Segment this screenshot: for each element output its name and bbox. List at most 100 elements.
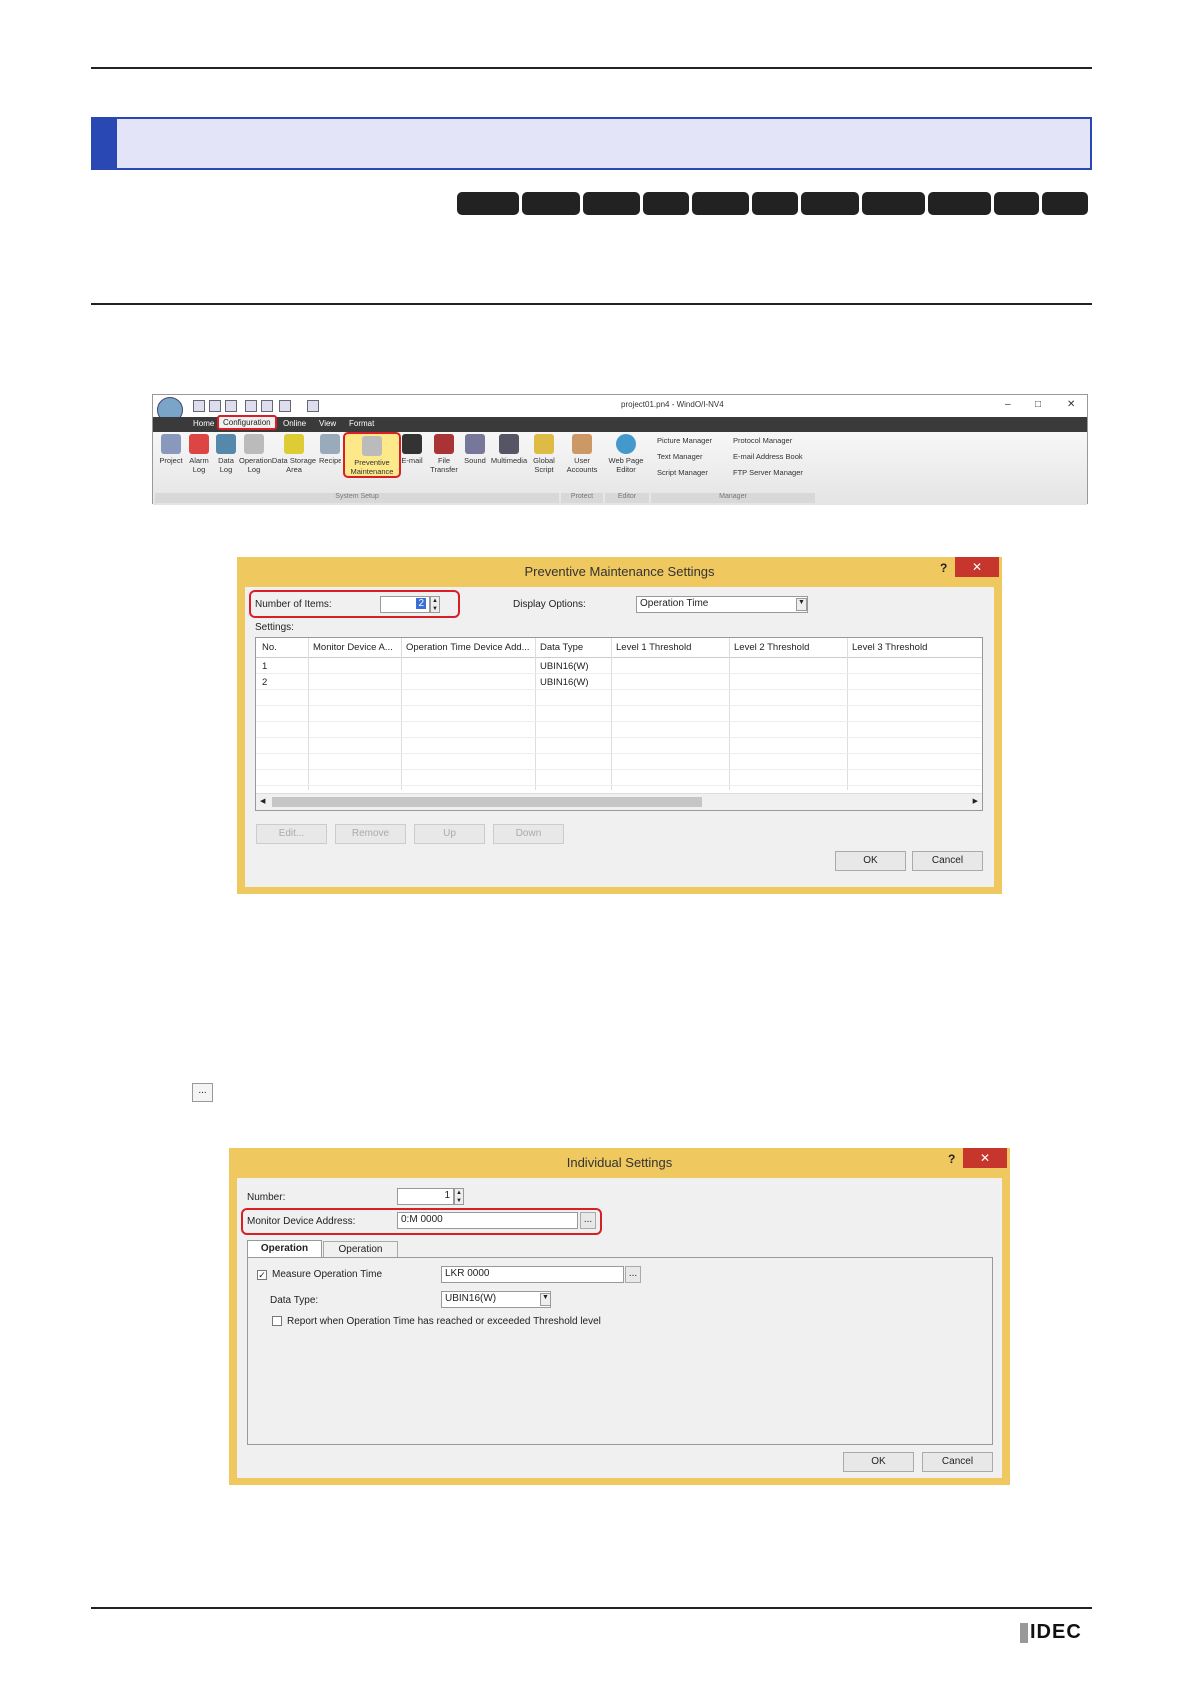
user-accounts-button[interactable]: User Accounts [565, 434, 599, 474]
multimedia-label: Multimedia [490, 456, 528, 465]
email-address-book-button[interactable]: E-mail Address Book [733, 452, 803, 461]
email-icon [402, 434, 422, 454]
ok-button[interactable]: OK [843, 1452, 914, 1472]
chevron-down-icon[interactable]: ▼ [540, 1293, 551, 1306]
maximize-icon[interactable]: □ [1035, 399, 1041, 410]
user-accounts-icon [572, 434, 592, 454]
download-icon[interactable] [307, 400, 319, 412]
monitor-device-value: 0:M 0000 [401, 1214, 443, 1225]
chevron-down-icon[interactable]: ▼ [796, 598, 807, 611]
menu-home[interactable]: Home [193, 419, 214, 428]
menu-format[interactable]: Format [349, 419, 374, 428]
col-divider [535, 638, 536, 790]
recipe-label: Recipe [319, 456, 341, 465]
col-level1-threshold[interactable]: Level 1 Threshold [616, 642, 691, 653]
tab-operation-count[interactable]: Operation Count [323, 1241, 398, 1270]
close-icon[interactable]: ✕ [955, 557, 999, 577]
undo-icon[interactable] [245, 400, 257, 412]
save-icon[interactable] [225, 400, 237, 412]
model-badge [583, 192, 640, 215]
monitor-device-input[interactable]: 0:M 0000 [397, 1212, 578, 1229]
horizontal-scrollbar[interactable]: ◀ ▶ [256, 793, 982, 810]
settings-table[interactable]: No. Monitor Device A... Operation Time D… [255, 637, 983, 811]
menu-view[interactable]: View [319, 419, 336, 428]
data-log-button[interactable]: Data Log [215, 434, 237, 474]
banner-tab [93, 119, 117, 168]
global-script-button[interactable]: Global Script [531, 434, 557, 474]
close-window-icon[interactable]: ✕ [1067, 399, 1075, 410]
minimize-icon[interactable]: – [1005, 399, 1011, 410]
text-manager-button[interactable]: Text Manager [657, 452, 702, 461]
help-icon[interactable]: ? [948, 1152, 955, 1166]
file-transfer-button[interactable]: File Transfer [429, 434, 459, 474]
table-header: No. Monitor Device A... Operation Time D… [256, 638, 982, 658]
group-manager: Manager [651, 493, 815, 503]
cancel-button[interactable]: Cancel [912, 851, 983, 871]
remove-button[interactable]: Remove [335, 824, 406, 844]
col-no[interactable]: No. [262, 642, 277, 653]
protocol-manager-button[interactable]: Protocol Manager [733, 436, 792, 445]
redo-icon[interactable] [261, 400, 273, 412]
down-button[interactable]: Down [493, 824, 564, 844]
browse-button[interactable]: ... [192, 1083, 213, 1102]
window-icon[interactable] [279, 400, 291, 412]
close-icon[interactable]: ✕ [963, 1148, 1007, 1168]
web-page-editor-button[interactable]: Web Page Editor [607, 434, 645, 474]
number-of-items-spinner[interactable]: ▲ ▼ [430, 596, 440, 613]
model-badge [928, 192, 991, 215]
pm-titlebar: Preventive Maintenance Settings ? ✕ [237, 557, 1002, 587]
row-divider [256, 705, 982, 706]
measure-device-input[interactable]: LKR 0000 [441, 1266, 624, 1283]
recipe-button[interactable]: Recipe [319, 434, 341, 465]
menu-online[interactable]: Online [283, 419, 306, 428]
monitor-browse-button[interactable]: ... [580, 1212, 596, 1229]
operation-log-button[interactable]: Operation Log [239, 434, 272, 474]
up-button[interactable]: Up [414, 824, 485, 844]
email-button[interactable]: E-mail [401, 434, 423, 465]
script-manager-button[interactable]: Script Manager [657, 468, 708, 477]
row-divider [256, 769, 982, 770]
cancel-button[interactable]: Cancel [922, 1452, 993, 1472]
ok-button[interactable]: OK [835, 851, 906, 871]
multimedia-button[interactable]: Multimedia [489, 434, 529, 465]
ftp-server-manager-button[interactable]: FTP Server Manager [733, 468, 803, 477]
scroll-thumb[interactable] [272, 797, 702, 807]
data-type-select[interactable]: UBIN16(W) [441, 1291, 551, 1308]
col-data-type[interactable]: Data Type [540, 642, 583, 653]
preventive-maintenance-button[interactable]: Preventive Maintenance [343, 432, 401, 478]
measure-operation-time-checkbox[interactable]: ✓ [257, 1270, 267, 1280]
picture-manager-button[interactable]: Picture Manager [657, 436, 712, 445]
open-icon[interactable] [209, 400, 221, 412]
row1-no[interactable]: 1 [262, 661, 267, 672]
col-level3-threshold[interactable]: Level 3 Threshold [852, 642, 927, 653]
data-storage-button[interactable]: Data Storage Area [271, 434, 317, 474]
menu-configuration[interactable]: Configuration [217, 415, 277, 430]
tab-operation-time[interactable]: Operation Time [247, 1240, 322, 1270]
scroll-right-icon[interactable]: ▶ [973, 797, 978, 805]
new-icon[interactable] [193, 400, 205, 412]
data-type-value: UBIN16(W) [445, 1293, 497, 1304]
number-input[interactable]: 1 [397, 1188, 454, 1205]
sound-button[interactable]: Sound [463, 434, 487, 465]
col-monitor-device[interactable]: Monitor Device A... [313, 642, 393, 653]
window-title: project01.pn4 - WindO/I-NV4 [621, 400, 724, 409]
number-spinner[interactable]: ▲ ▼ [454, 1188, 464, 1205]
model-badge [862, 192, 925, 215]
report-threshold-checkbox[interactable] [272, 1316, 282, 1326]
row2-data-type[interactable]: UBIN16(W) [540, 677, 589, 688]
row1-data-type[interactable]: UBIN16(W) [540, 661, 589, 672]
ribbon-screenshot: project01.pn4 - WindO/I-NV4 – □ ✕ Home C… [152, 394, 1088, 505]
col-level2-threshold[interactable]: Level 2 Threshold [734, 642, 809, 653]
measure-browse-button[interactable]: ... [625, 1266, 641, 1283]
edit-button[interactable]: Edit... [256, 824, 327, 844]
number-of-items-input[interactable]: 2 [380, 596, 430, 613]
help-icon[interactable]: ? [940, 561, 947, 575]
project-button[interactable]: Project [157, 434, 185, 465]
model-badge [994, 192, 1039, 215]
row2-no[interactable]: 2 [262, 677, 267, 688]
scroll-left-icon[interactable]: ◀ [260, 797, 265, 805]
logo-text: IDEC [1030, 1621, 1082, 1643]
display-options-select[interactable]: Operation Time [636, 596, 808, 613]
col-operation-time-device[interactable]: Operation Time Device Add... [406, 642, 530, 653]
alarm-log-button[interactable]: Alarm Log [187, 434, 211, 474]
